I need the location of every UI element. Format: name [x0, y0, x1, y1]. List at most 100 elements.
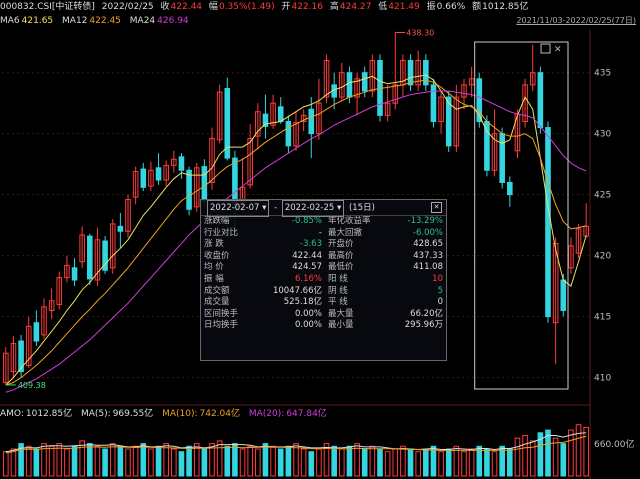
min-price-label: 409.38 [18, 381, 46, 390]
stats-label: 年化收益率 [328, 216, 371, 226]
amo-ma5-line [5, 432, 587, 453]
interval-stats-panel: 2022-02-07 ▾ - 2022-02-25 ▾ (15日) ✕ 涨跌幅 -… [200, 199, 447, 361]
maximize-icon[interactable] [540, 43, 551, 54]
volume-bar [109, 443, 116, 477]
stats-label: 收盘价 [204, 250, 230, 261]
volume-bar [522, 435, 528, 477]
stats-label: 成交额 [204, 285, 230, 296]
candle-body [537, 72, 544, 129]
interval-header: 2022-02-07 ▾ - 2022-02-25 ▾ (15日) ✕ [201, 200, 446, 217]
amo-value: 1012.85亿 [25, 409, 73, 419]
volume-bar [560, 443, 567, 477]
stats-row: 收盘价 422.44 最高价 437.33 [201, 251, 446, 263]
y-tick-label: 435 [594, 69, 611, 79]
candle-body [87, 235, 93, 280]
volume-bar [415, 451, 421, 477]
volume-bar [3, 451, 9, 477]
volume-bar [48, 445, 55, 477]
amo-ma5-value: 969.55亿 [112, 409, 154, 419]
candle-body [507, 181, 513, 196]
volume-bar [102, 448, 108, 477]
volume-bar [255, 448, 261, 477]
amo-label: AMO: [0, 409, 24, 419]
volume-bar [125, 448, 131, 477]
volume-bar [201, 448, 208, 477]
candle-body [346, 72, 353, 98]
amo-legend: AMO: 1012.85亿 MA(5): 969.55亿 MA(10): 742.04… [0, 408, 333, 421]
amo-ma20-label: MA(20): [248, 409, 285, 419]
volume-bar [507, 448, 513, 477]
stats-label: 最高价 [328, 250, 354, 261]
candle-body [71, 267, 78, 281]
volume-bar [583, 426, 589, 477]
volume-bar [545, 429, 551, 477]
volume-bar [64, 448, 70, 477]
volume-bar [407, 448, 414, 477]
amo-ma5-label: MA(5): [80, 409, 111, 419]
amo-axis-label: 660.00亿 [594, 438, 635, 450]
volume-bar [346, 445, 353, 477]
volume-bar [94, 445, 101, 477]
y-tick-label: 425 [594, 191, 611, 201]
candle-body [499, 133, 505, 183]
stats-label: 最大回撤 [328, 227, 363, 238]
volume-bar [216, 440, 223, 477]
volume-bar [293, 443, 299, 477]
volume-bar [468, 448, 475, 477]
volume-bar [270, 445, 276, 477]
volume-bar [377, 448, 383, 477]
volume-bar [438, 451, 444, 477]
stats-value: -6.00% [412, 227, 443, 238]
stats-label: 平 线 [328, 297, 348, 308]
volume-bar [308, 451, 315, 477]
stats-row: 涨跌幅 -0.85% 年化收益率 -13.29% [201, 216, 446, 228]
stats-label: 开盘价 [328, 239, 354, 250]
volume-bar [285, 445, 292, 477]
candle-body [308, 108, 315, 135]
volume-bar [400, 445, 406, 477]
stats-value: 6.16% [294, 273, 322, 284]
stats-value: 525.18亿 [283, 297, 322, 308]
candle-body [285, 120, 292, 147]
candle-body [232, 157, 238, 205]
candle-body [140, 168, 147, 188]
volume-bar [552, 437, 559, 477]
candle-body [18, 340, 24, 373]
stats-value: 428.65 [413, 239, 443, 250]
close-icon[interactable]: ✕ [431, 202, 442, 213]
candle-body [201, 166, 208, 202]
stats-value: 66.20亿 [410, 308, 443, 319]
end-date-box[interactable]: 2022-02-25 ▾ [281, 200, 345, 217]
volume-bar [87, 443, 93, 477]
stats-label: 最小量 [328, 320, 354, 331]
volume-bar [163, 443, 169, 477]
selection-box [474, 41, 569, 390]
stats-value: 424.57 [292, 262, 322, 273]
volume-bar [232, 443, 238, 477]
volume-bar [178, 451, 185, 477]
stats-value: -0.85% [291, 216, 322, 226]
volume-bar [262, 443, 269, 477]
close-selection-icon[interactable]: ✕ [554, 45, 562, 55]
volume-bar [499, 445, 505, 477]
candle-body [560, 279, 567, 312]
stats-value: 411.08 [413, 262, 443, 273]
candle-body [117, 225, 124, 232]
volume-bar [491, 451, 498, 477]
start-date-box[interactable]: 2022-02-07 ▾ [207, 200, 270, 217]
amo-ma20-value: 647.84亿 [286, 409, 327, 419]
volume-bar [568, 429, 574, 477]
stats-label: 阳 线 [328, 273, 348, 284]
volume-bar [71, 445, 78, 477]
volume-bar [247, 445, 253, 477]
candle-body [361, 72, 368, 92]
stats-value: 0.00% [294, 320, 322, 331]
stats-row: 成交量 525.18亿平 线 0 [201, 297, 446, 309]
stats-value: -13.29% [407, 216, 443, 226]
volume-bar [25, 445, 32, 477]
volume-bar [171, 448, 177, 477]
stats-value: 0.00% [294, 308, 322, 319]
volume-bar [132, 445, 139, 477]
candle-body [423, 59, 429, 86]
stats-row: 区间换手 0.00% 最大量 66.20亿 [201, 309, 446, 321]
